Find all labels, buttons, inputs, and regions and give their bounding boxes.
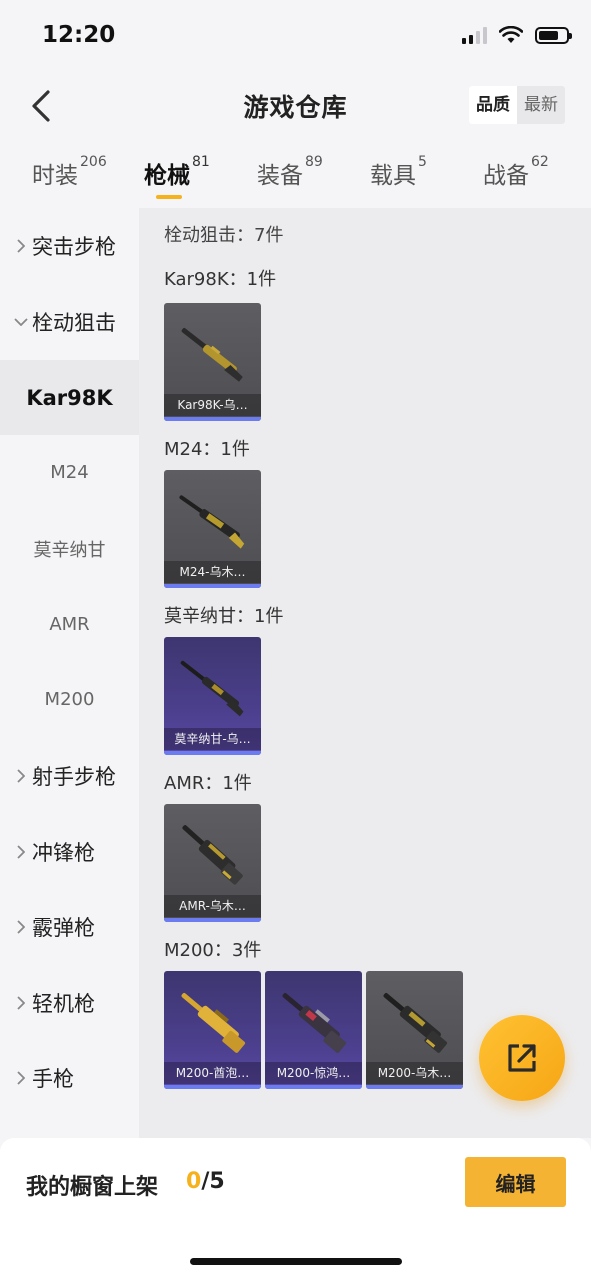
sidebar-item-lmgs[interactable]: 轻机枪 bbox=[0, 965, 139, 1040]
rifle-icon bbox=[182, 825, 243, 885]
chevron-right-icon bbox=[12, 238, 30, 253]
item-card-m200-2[interactable]: M200-惊鸿… bbox=[265, 971, 362, 1089]
chevron-right-icon bbox=[12, 995, 30, 1010]
tab-count: 206 bbox=[80, 154, 107, 170]
rarity-bar bbox=[265, 1085, 362, 1089]
sidebar-sub-amr[interactable]: AMR bbox=[0, 587, 139, 662]
tab-count: 62 bbox=[531, 154, 549, 170]
wifi-icon bbox=[499, 26, 523, 43]
chevron-right-icon bbox=[12, 844, 30, 859]
item-card-kar98k[interactable]: Kar98K-乌… bbox=[164, 303, 261, 421]
rifle-icon bbox=[179, 495, 245, 549]
showcase-used: 0 bbox=[186, 1169, 202, 1194]
group-label-kar98k: Kar98K：1件 bbox=[164, 269, 277, 290]
sort-latest-button[interactable]: 最新 bbox=[517, 86, 565, 124]
item-name: M24-乌木… bbox=[164, 561, 261, 583]
sidebar-item-label: 射手步枪 bbox=[32, 764, 116, 789]
item-card-m200-3[interactable]: M200-乌木… bbox=[366, 971, 463, 1089]
group-label-m24: M24：1件 bbox=[164, 439, 250, 460]
rifle-icon bbox=[181, 993, 246, 1053]
edit-button[interactable]: 编辑 bbox=[465, 1157, 566, 1207]
rarity-bar bbox=[164, 417, 261, 421]
item-name: M200-乌木… bbox=[366, 1062, 463, 1084]
home-indicator[interactable] bbox=[190, 1258, 402, 1265]
sidebar-sub-mosin-nagant[interactable]: 莫辛纳甘 bbox=[0, 511, 139, 586]
showcase-count: 0/5 bbox=[186, 1169, 225, 1194]
sidebar-sub-m200[interactable]: M200 bbox=[0, 662, 139, 737]
sort-toggle: 品质 最新 bbox=[469, 86, 565, 124]
group-label-m200: M200：3件 bbox=[164, 940, 262, 961]
status-icons bbox=[462, 26, 572, 44]
sort-quality-button[interactable]: 品质 bbox=[469, 86, 517, 124]
rifle-icon bbox=[180, 660, 244, 717]
signal-icon bbox=[462, 26, 487, 44]
sidebar-item-pistols[interactable]: 手枪 bbox=[0, 1040, 139, 1115]
share-button[interactable] bbox=[479, 1015, 565, 1101]
sidebar-item-label: 轻机枪 bbox=[32, 991, 95, 1016]
tab-label: 装备 bbox=[257, 163, 303, 189]
rarity-bar bbox=[164, 1085, 261, 1089]
sidebar-item-shotguns[interactable]: 霰弹枪 bbox=[0, 889, 139, 964]
header: 游戏仓库 品质 最新 bbox=[0, 70, 591, 140]
sidebar-item-marksman-rifles[interactable]: 射手步枪 bbox=[0, 738, 139, 813]
tab-supplies[interactable]: 战备62 bbox=[483, 154, 549, 190]
item-name: Kar98K-乌… bbox=[164, 394, 261, 416]
tab-label: 载具 bbox=[370, 163, 416, 189]
rifle-icon bbox=[383, 993, 448, 1053]
group-label-amr: AMR：1件 bbox=[164, 773, 252, 794]
battery-icon bbox=[535, 26, 572, 44]
tab-label: 战备 bbox=[483, 163, 529, 189]
item-name: M200-惊鸿… bbox=[265, 1062, 362, 1084]
item-grid: 栓动狙击：7件 Kar98K：1件 Kar98K-乌… M24：1件 M24-乌… bbox=[139, 208, 591, 1138]
sidebar: 突击步枪 栓动狙击 Kar98K M24 莫辛纳甘 AMR M200 射手步枪 … bbox=[0, 208, 139, 1138]
sidebar-item-label: 栓动狙击 bbox=[32, 310, 116, 335]
sidebar-item-smgs[interactable]: 冲锋枪 bbox=[0, 814, 139, 889]
item-card-amr[interactable]: AMR-乌木… bbox=[164, 804, 261, 922]
share-icon bbox=[508, 1044, 536, 1072]
tab-count: 89 bbox=[305, 154, 323, 170]
sidebar-item-label: 突击步枪 bbox=[32, 234, 116, 259]
rifle-icon bbox=[181, 328, 243, 382]
rifle-icon bbox=[282, 993, 347, 1053]
tab-firearms[interactable]: 枪械81 bbox=[144, 154, 210, 190]
item-name: 莫辛纳甘-乌… bbox=[164, 728, 261, 750]
sidebar-item-assault-rifles[interactable]: 突击步枪 bbox=[0, 208, 139, 283]
tab-label: 时装 bbox=[32, 163, 78, 189]
rarity-bar bbox=[164, 751, 261, 755]
sidebar-item-bolt-action-snipers[interactable]: 栓动狙击 bbox=[0, 284, 139, 359]
status-bar: 12:20 bbox=[0, 0, 591, 70]
item-name: M200-酋泡… bbox=[164, 1062, 261, 1084]
group-label-mosin: 莫辛纳甘：1件 bbox=[164, 606, 284, 627]
tab-fashion[interactable]: 时装206 bbox=[32, 154, 107, 190]
showcase-label: 我的橱窗上架 bbox=[26, 1175, 159, 1200]
showcase-total: /5 bbox=[201, 1169, 225, 1194]
tab-indicator bbox=[156, 195, 182, 199]
rarity-bar bbox=[164, 584, 261, 588]
sidebar-sub-m24[interactable]: M24 bbox=[0, 435, 139, 510]
tab-equipment[interactable]: 装备89 bbox=[257, 154, 323, 190]
bottom-bar: 我的橱窗上架 0/5 编辑 bbox=[0, 1138, 591, 1280]
sidebar-item-label: 手枪 bbox=[32, 1066, 74, 1091]
item-card-m200-1[interactable]: M200-酋泡… bbox=[164, 971, 261, 1089]
status-time: 12:20 bbox=[42, 22, 116, 48]
tab-count: 81 bbox=[192, 154, 210, 170]
chevron-right-icon bbox=[12, 919, 30, 934]
category-summary: 栓动狙击：7件 bbox=[164, 225, 284, 246]
tab-count: 5 bbox=[418, 154, 427, 170]
category-tabs: 时装206 枪械81 装备89 载具5 战备62 bbox=[0, 150, 591, 208]
sidebar-item-label: 冲锋枪 bbox=[32, 840, 95, 865]
tab-vehicles[interactable]: 载具5 bbox=[370, 154, 427, 190]
chevron-down-icon bbox=[12, 317, 30, 326]
rarity-bar bbox=[366, 1085, 463, 1089]
chevron-right-icon bbox=[12, 1070, 30, 1085]
item-card-mosin[interactable]: 莫辛纳甘-乌… bbox=[164, 637, 261, 755]
item-card-m24[interactable]: M24-乌木… bbox=[164, 470, 261, 588]
item-name: AMR-乌木… bbox=[164, 895, 261, 917]
rarity-bar bbox=[164, 918, 261, 922]
tab-label: 枪械 bbox=[144, 163, 190, 189]
sidebar-sub-kar98k[interactable]: Kar98K bbox=[0, 360, 139, 435]
sidebar-item-label: 霰弹枪 bbox=[32, 915, 95, 940]
chevron-right-icon bbox=[12, 768, 30, 783]
